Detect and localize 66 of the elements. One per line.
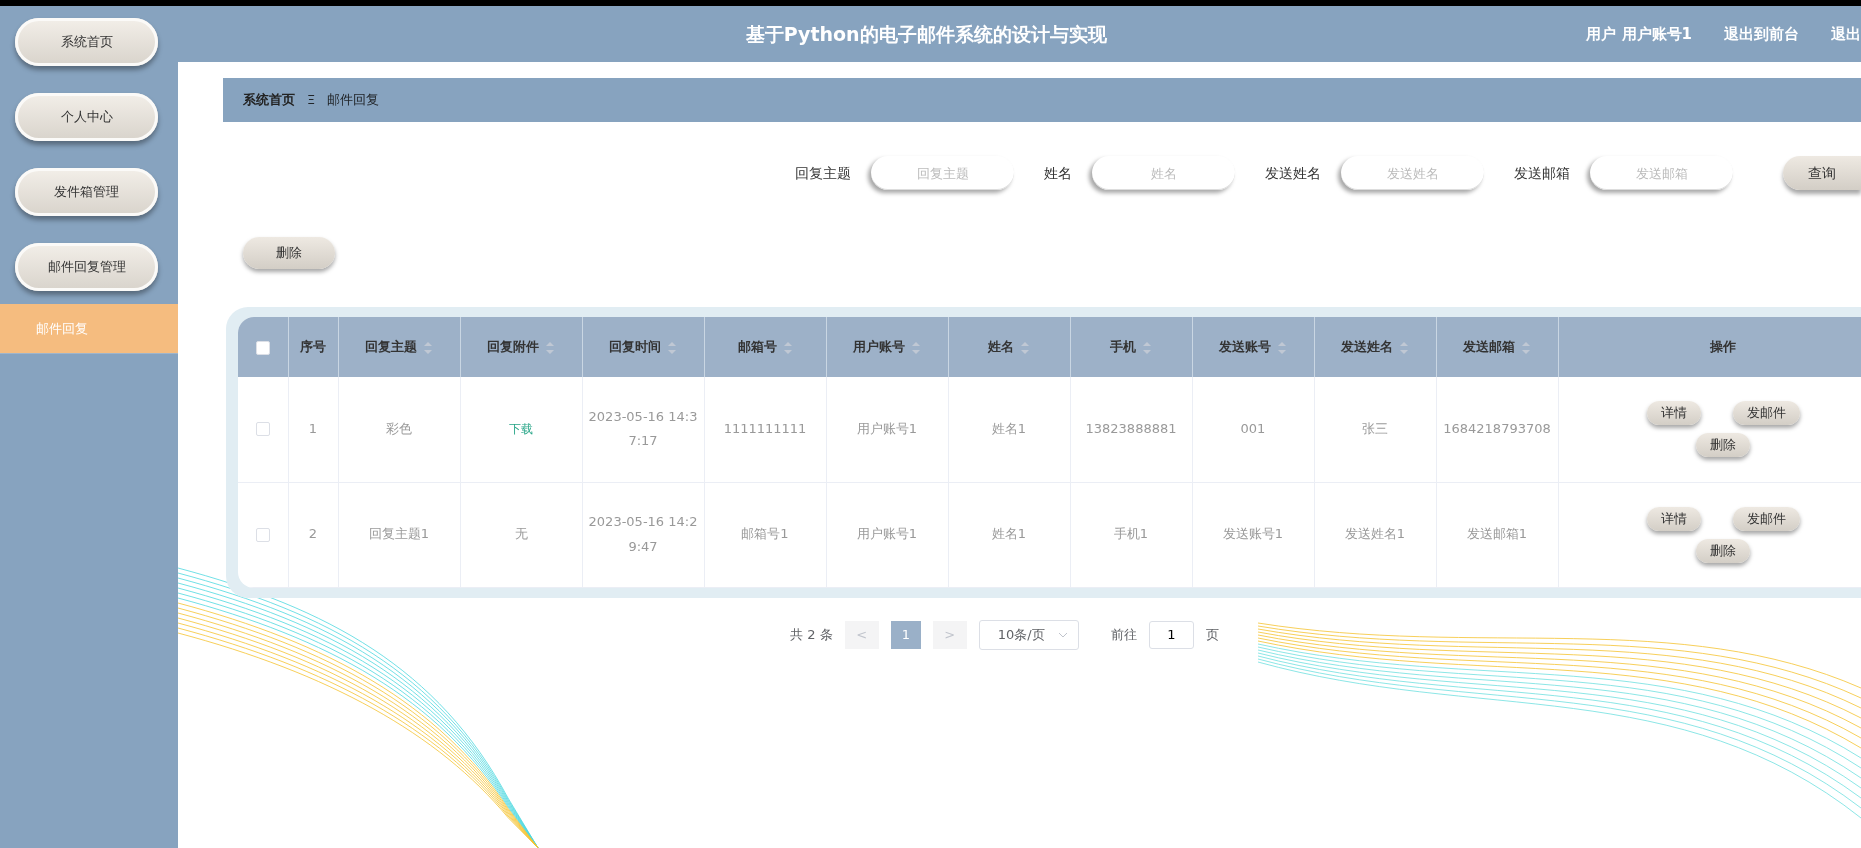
goto-label: 前往 xyxy=(1110,625,1137,644)
column-header: 发送账号 xyxy=(1219,338,1271,354)
page-size-select[interactable]: 10条/页 xyxy=(978,619,1079,650)
checkbox[interactable] xyxy=(255,422,270,437)
column-header: 序号 xyxy=(300,339,326,355)
search-field[interactable]: 发送邮箱 xyxy=(1590,156,1733,190)
page-input[interactable]: 1 xyxy=(1148,620,1194,649)
table-cell: 1684218793708 xyxy=(1443,420,1551,436)
checkbox[interactable] xyxy=(255,340,270,355)
table-cell: 2023-05-16 14:37:17 xyxy=(588,408,698,449)
action-button[interactable]: 详情 xyxy=(1646,401,1701,426)
table-cell: 张三 xyxy=(1362,420,1388,436)
table-cell: 用户账号1 xyxy=(856,420,918,436)
breadcrumb-link[interactable]: 系统首页 xyxy=(243,90,295,110)
field-label: 发送姓名 xyxy=(1265,163,1321,183)
caret-icon xyxy=(1057,631,1068,638)
search-field[interactable]: 回复主题 xyxy=(871,156,1014,190)
table-cell: 回复主题1 xyxy=(368,526,430,542)
column-header: 发送姓名 xyxy=(1341,338,1393,354)
table-cell: 1111111111 xyxy=(723,420,807,436)
table-cell: 姓名1 xyxy=(991,526,1027,542)
search-field[interactable]: 姓名 xyxy=(1092,156,1235,190)
menu-button[interactable]: 系统首页 xyxy=(15,18,158,66)
table-cell: 2023-05-16 14:29:47 xyxy=(588,513,698,554)
table-cell: 姓名1 xyxy=(991,420,1027,436)
menu-button[interactable]: 个人中心 xyxy=(15,93,158,141)
table-cell: 1 xyxy=(308,420,318,436)
field-label: 回复主题 xyxy=(795,163,851,183)
menu-button[interactable]: 发件箱管理 xyxy=(15,168,158,216)
delete-button[interactable]: 删除 xyxy=(243,237,335,269)
column-header: 发送邮箱 xyxy=(1463,338,1515,354)
column-header: 回复附件 xyxy=(487,338,539,354)
breadcrumb-separator: Ξ xyxy=(307,91,316,110)
checkbox[interactable] xyxy=(255,527,270,542)
column-header: 姓名 xyxy=(988,338,1014,354)
page-suffix: 页 xyxy=(1205,625,1219,644)
search-button[interactable]: 查询 xyxy=(1783,156,1861,190)
action-button[interactable]: 发邮件 xyxy=(1732,401,1800,426)
menu-button[interactable]: 邮件回复管理 xyxy=(15,243,158,291)
column-header: 操作 xyxy=(1710,339,1736,355)
total-count: 共 2 条 xyxy=(790,625,833,644)
page-title: 基于Python的电子邮件系统的设计与实现 xyxy=(744,21,1108,47)
table-cell: 邮箱号1 xyxy=(741,526,789,542)
field-label: 姓名 xyxy=(1044,163,1072,183)
search-field[interactable]: 发送姓名 xyxy=(1341,156,1484,190)
column-header: 回复时间 xyxy=(609,338,661,354)
table-cell: 发送邮箱1 xyxy=(1466,526,1528,542)
column-header: 用户账号 xyxy=(853,338,905,354)
table-cell: 用户账号1 xyxy=(856,526,918,542)
table-cell: 发送账号1 xyxy=(1222,526,1284,542)
table-cell: 2 xyxy=(308,526,318,542)
action-button[interactable]: 删除 xyxy=(1696,433,1750,458)
table-cell: 手机1 xyxy=(1113,526,1149,542)
action-button[interactable]: 发邮件 xyxy=(1732,506,1800,531)
column-header: 回复主题 xyxy=(365,338,417,354)
field-label: 发送邮箱 xyxy=(1514,163,1570,183)
table-cell: 发送姓名1 xyxy=(1344,526,1406,542)
breadcrumb-current: 邮件回复 xyxy=(327,91,380,110)
table-cell: 无 xyxy=(514,526,528,542)
table-cell: 001 xyxy=(1240,420,1266,436)
column-header: 邮箱号 xyxy=(737,338,777,354)
action-button[interactable]: 删除 xyxy=(1696,538,1750,563)
table-cell: 彩色 xyxy=(386,420,412,436)
column-header: 手机 xyxy=(1110,338,1136,354)
table-cell: 13823888881 xyxy=(1085,420,1177,436)
action-button[interactable]: 详情 xyxy=(1646,506,1701,531)
